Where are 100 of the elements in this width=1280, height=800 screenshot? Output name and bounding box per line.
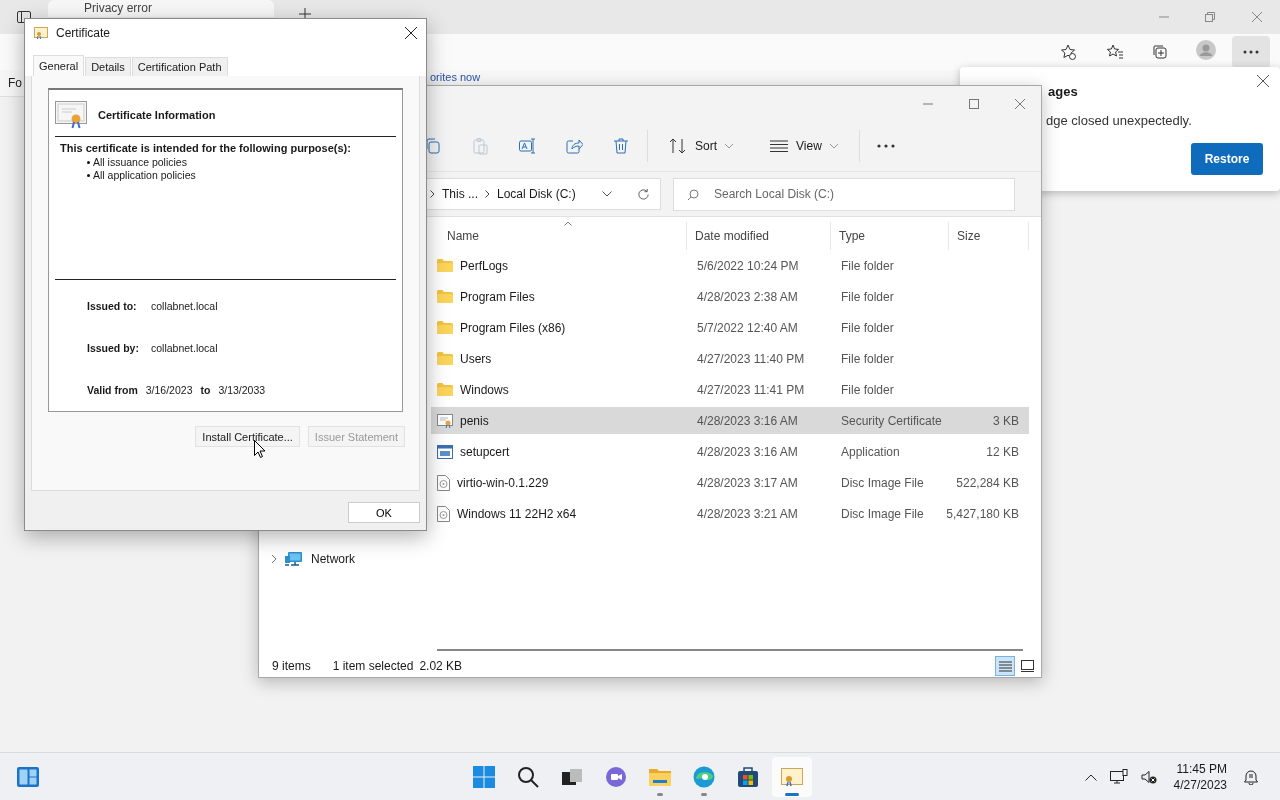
file-row[interactable]: Windows 4/27/2023 11:41 PM File folder [431,376,1029,403]
type-cell-text: Disc Image File [840,506,925,521]
field-label: Valid from [87,384,138,396]
clock-time[interactable]: 11:45 PM [1176,761,1227,777]
file-name: virtio-win-0.1.229 [457,475,549,490]
muted-speaker-icon[interactable] [1140,770,1157,784]
edge-icon [692,765,716,789]
file-row[interactable]: Program Files (x86) 5/7/2022 12:40 AM File folder [431,314,1029,341]
file-row[interactable]: Windows 11 22H2 x64 4/28/2023 3:21 AM Disc Image File 5,427,180 KB [431,500,1029,527]
caret-icon [829,143,838,149]
certificate-taskbar-button[interactable] [772,757,812,797]
file-name: Windows [460,382,509,397]
type-cell-text: File folder [840,289,895,304]
close-icon[interactable] [1257,75,1269,87]
notification-title: ages [1048,84,1078,99]
sort-arrows-icon [669,138,687,154]
list-lines-icon [770,140,788,152]
favorites-icon[interactable] [1107,44,1123,60]
collections-icon[interactable] [1152,44,1168,60]
size-cell: 3 KB [993,413,1019,428]
certificate-icon [437,413,453,428]
dialog-button[interactable]: Install Certificate... [195,426,300,447]
refresh-icon[interactable] [637,187,650,201]
browser-tab[interactable]: Privacy error [48,0,274,17]
date-cell-text: 4/28/2023 3:17 AM [696,475,799,490]
profile-avatar-icon[interactable] [1196,40,1216,60]
certificate-icon [34,27,48,39]
more-options-icon[interactable] [876,144,895,148]
date-cell-text: 5/7/2022 12:40 AM [696,320,799,335]
share-icon[interactable] [565,137,583,155]
selection-status: 1 item selected [332,659,414,673]
notification-bell-icon[interactable] [1244,769,1258,785]
file-row[interactable]: setupcert 4/28/2023 3:16 AM Application 12 KB [431,438,1029,465]
bullet-icon [87,174,90,177]
field-label: Issued by: [87,342,140,354]
sidebar-icon[interactable] [16,9,32,25]
size-cell: 12 KB [986,444,1019,459]
breadcrumb-item[interactable]: This ... [442,187,478,201]
file-row[interactable]: Users 4/27/2023 11:40 PM File folder [431,345,1029,372]
chevron-up-icon[interactable] [1084,773,1097,781]
chat-icon [604,765,628,789]
column-header[interactable]: Name [431,222,687,250]
field-value: 3/13/2033 [218,384,266,396]
type-cell-text: Application [840,444,901,459]
mouse-pointer-icon [254,440,266,458]
column-header[interactable]: Type [831,222,949,250]
field-value: 3/16/2023 [145,384,193,396]
add-favorite-icon[interactable] [1060,44,1076,60]
copy-icon[interactable] [424,137,442,155]
ok-button[interactable]: OK [348,502,420,523]
dialog-tab[interactable]: Certification Path [131,57,228,76]
breadcrumb-item[interactable]: Local Disk (C:) [497,187,576,201]
file-row[interactable]: Program Files 4/28/2023 2:38 AM File folder [431,283,1029,310]
expand-chevron-icon[interactable] [271,554,277,564]
date-cell-text: 4/28/2023 3:16 AM [696,413,799,428]
nav-item[interactable]: Network [311,552,355,566]
application-icon [437,444,453,459]
field-label: Issued to: [87,300,138,312]
favorites-link[interactable]: orites now [430,71,481,84]
disc-image-icon [437,474,450,491]
dialog-tab[interactable]: General [33,55,85,76]
file-row[interactable]: virtio-win-0.1.229 4/28/2023 3:17 AM Disc Image File 522,284 KB [431,469,1029,496]
date-cell-text: 4/28/2023 3:21 AM [696,506,799,521]
file-row[interactable]: PerfLogs 5/6/2022 10:24 PM File folder [431,252,1029,279]
sort-button[interactable]: Sort [665,134,737,158]
restore-button[interactable]: Restore [1191,143,1263,175]
date-cell-text: 4/27/2023 11:40 PM [696,351,806,366]
type-cell-text: Disc Image File [840,475,925,490]
search-icon [516,765,540,789]
file-row[interactable]: penis 4/28/2023 3:16 AM Security Certificate 3 KB [431,407,1029,434]
chevron-right-icon [485,190,490,198]
type-cell-text: Security Certificate [840,413,943,428]
chevron-down-icon[interactable] [602,191,612,197]
dialog-tab[interactable]: Details [85,57,131,76]
scrollbar-thumb[interactable] [437,649,1023,651]
folder-icon [437,321,453,334]
more-dots-icon [1243,50,1259,54]
rename-icon[interactable] [518,137,536,155]
type-cell-text: File folder [840,382,895,397]
item-count: 9 items [272,659,311,673]
sort-caret-icon [564,221,572,226]
notification-message: dge closed unexpectedly. [1046,113,1192,128]
file-name: Windows 11 22H2 x64 [457,506,577,521]
view-button[interactable]: View [766,135,842,157]
column-header[interactable]: Date modified [687,222,831,250]
file-name: setupcert [460,444,510,459]
close-icon[interactable] [405,27,417,39]
network-icon[interactable] [1109,769,1128,785]
clock-date[interactable]: 4/27/2023 [1173,777,1227,793]
certificate-icon [780,765,804,789]
maximize-icon[interactable] [969,98,979,109]
column-header[interactable]: Size [949,222,1029,250]
info-heading: Certificate Information [98,109,216,121]
store-icon [736,765,760,789]
widgets-icon[interactable] [16,766,40,788]
folder-icon [437,383,453,396]
size-cell: 5,427,180 KB [946,506,1019,521]
restore-icon[interactable] [1205,12,1215,22]
delete-icon[interactable] [612,137,630,155]
search-field[interactable]: Search Local Disk (C:) [673,177,1015,211]
